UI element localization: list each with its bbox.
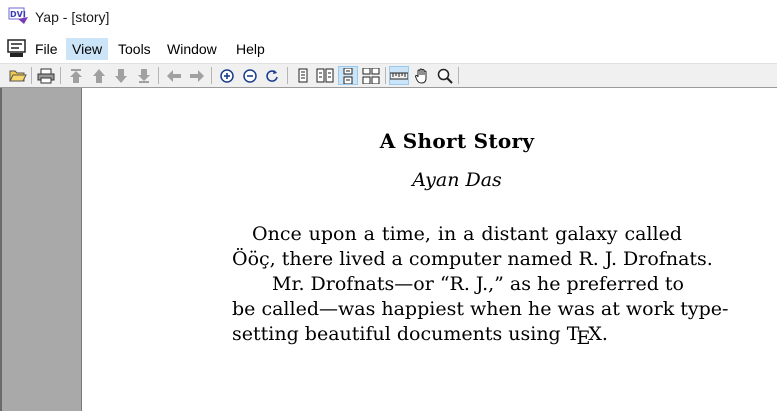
story-paragraph: Once upon a time, in a distant galaxy ca… bbox=[232, 222, 729, 349]
print-icon[interactable] bbox=[36, 66, 56, 85]
ruler-icon[interactable] bbox=[389, 66, 409, 85]
zoom-out-icon[interactable] bbox=[240, 66, 260, 85]
text-line: setting beautiful documents using TEX. bbox=[232, 322, 682, 349]
document-system-menu-icon[interactable] bbox=[7, 39, 27, 58]
next-page-icon[interactable] bbox=[111, 66, 131, 85]
document-viewer[interactable]: A Short Story Ayan Das Once upon a time,… bbox=[0, 88, 777, 411]
first-page-icon[interactable] bbox=[66, 66, 86, 85]
gutter-edge bbox=[81, 88, 82, 411]
menu-window[interactable]: Window bbox=[161, 38, 223, 60]
magnifier-icon[interactable] bbox=[435, 66, 455, 85]
tex-logo-e: E bbox=[576, 327, 591, 349]
svg-text:DVI: DVI bbox=[10, 10, 26, 19]
previous-page-icon[interactable] bbox=[89, 66, 109, 85]
yap-window: DVI Yap - [story] File View Tools Window… bbox=[0, 0, 777, 411]
toolbar-separator bbox=[458, 67, 459, 84]
text-line: Mr. Drofnats—or “R. J.,” as he preferred… bbox=[272, 273, 684, 295]
menu-tools[interactable]: Tools bbox=[112, 38, 157, 60]
last-page-icon[interactable] bbox=[134, 66, 154, 85]
double-page-icon[interactable] bbox=[315, 66, 335, 85]
menu-file[interactable]: File bbox=[29, 38, 64, 60]
text-line: be called—was happiest when he was at wo… bbox=[232, 298, 729, 320]
back-icon[interactable] bbox=[164, 66, 184, 85]
toolbar-separator bbox=[385, 67, 386, 84]
single-page-icon[interactable] bbox=[293, 66, 313, 85]
text-segment: setting beautiful documents using bbox=[232, 323, 567, 345]
refresh-icon[interactable] bbox=[262, 66, 282, 85]
text-line: Once upon a time, in a distant galaxy ca… bbox=[252, 223, 682, 245]
toolbar-separator bbox=[158, 67, 159, 84]
title-bar[interactable]: DVI Yap - [story] bbox=[0, 0, 777, 36]
text-segment: . bbox=[601, 323, 608, 345]
toolbar-separator bbox=[287, 67, 288, 84]
yap-dvi-icon: DVI bbox=[8, 7, 30, 25]
toolbar-separator bbox=[211, 67, 212, 84]
open-folder-icon[interactable] bbox=[8, 66, 28, 85]
toolbar-separator bbox=[31, 67, 32, 84]
toolbar-separator bbox=[60, 67, 61, 84]
forward-icon[interactable] bbox=[187, 66, 207, 85]
zoom-in-icon[interactable] bbox=[217, 66, 237, 85]
continuous-double-page-icon[interactable] bbox=[361, 66, 381, 85]
tex-logo-x: X bbox=[588, 323, 602, 345]
menu-help[interactable]: Help bbox=[230, 38, 271, 60]
page-margin-gutter bbox=[2, 88, 81, 411]
menu-view[interactable]: View bbox=[66, 38, 109, 60]
tex-logo: TEX bbox=[567, 323, 602, 349]
hand-tool-icon[interactable] bbox=[412, 66, 432, 85]
continuous-page-icon[interactable] bbox=[338, 66, 358, 85]
document-author: Ayan Das bbox=[412, 169, 502, 191]
toolbar bbox=[0, 63, 777, 88]
menu-bar: File View Tools Window Help bbox=[0, 37, 777, 61]
document-title: A Short Story bbox=[379, 129, 535, 153]
window-title: Yap - [story] bbox=[35, 9, 110, 25]
text-line: Ööç, there lived a computer named R. J. … bbox=[232, 248, 713, 270]
